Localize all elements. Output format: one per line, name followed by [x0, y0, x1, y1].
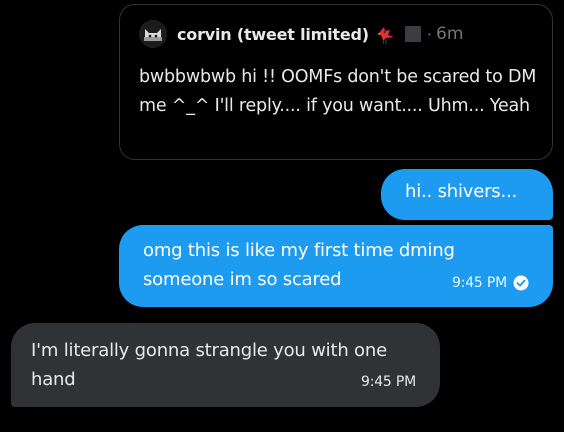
message-bubble-sent[interactable]: omg this is like my first time dming som… [119, 225, 553, 307]
message-bubble-received[interactable]: I'm literally gonna strangle you with on… [11, 323, 440, 407]
quoted-tweet-header: corvin (tweet limited) · 6m [139, 19, 463, 49]
message-text: hi.. shivers... [405, 181, 518, 202]
quoted-tweet-text: bwbbwbwb hi !! OOMFs don't be scared to … [139, 67, 537, 116]
cardinal-bird-icon [375, 24, 397, 44]
message-meta: 9:45 PM [452, 275, 529, 291]
message-timestamp: 9:45 PM [360, 374, 416, 390]
quoted-tweet-time[interactable]: 6m [436, 24, 463, 44]
avatar[interactable] [139, 20, 167, 48]
gray-square-icon [404, 26, 421, 42]
cat-avatar-icon [139, 20, 167, 48]
message-bubble-sent[interactable]: hi.. shivers... [381, 169, 553, 220]
message-timestamp: 9:45 PM [451, 275, 507, 291]
message-text: I'm literally gonna strangle you with on… [31, 340, 387, 390]
separator-dot: · [426, 24, 432, 44]
seen-check-icon [513, 275, 529, 291]
quoted-tweet-card[interactable]: corvin (tweet limited) · 6m bwbbwbwb hi … [119, 4, 553, 160]
quoted-author-name[interactable]: corvin (tweet limited) [177, 25, 369, 44]
dm-conversation: corvin (tweet limited) · 6m bwbbwbwb hi … [0, 0, 564, 432]
